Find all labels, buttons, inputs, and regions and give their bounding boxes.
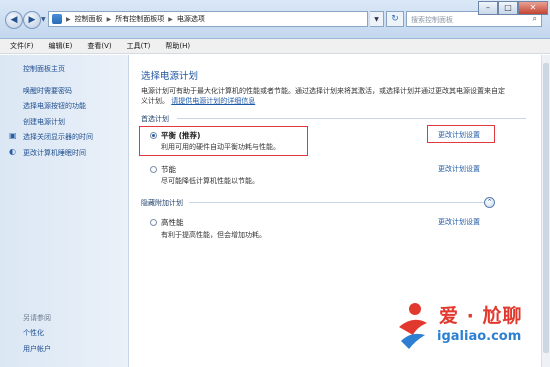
sidebar-link-display-off[interactable]: 选择关闭显示器的时间	[23, 132, 93, 142]
hidden-plans-section: 隐藏附加计划	[141, 198, 511, 208]
collapse-chevron-icon[interactable]: ⌃	[484, 197, 495, 208]
sidebar-link-wake-password[interactable]: 唤醒时需要密码	[23, 86, 72, 96]
menu-edit[interactable]: 编辑(E)	[49, 41, 73, 51]
sidebar: 控制面板主页 唤醒时需要密码 选择电源按钮的功能 创建电源计划 ▣ 选择关闭显示…	[0, 55, 129, 367]
plan-power-saver-change-link[interactable]: 更改计划设置	[438, 164, 480, 174]
breadcrumb-all-items[interactable]: 所有控制面板项	[115, 14, 164, 24]
moon-sleep-icon: ◐	[9, 147, 16, 156]
menu-bar: 文件(F) 编辑(E) 查看(V) 工具(T) 帮助(H)	[0, 39, 550, 54]
control-panel-icon	[52, 14, 62, 24]
back-button[interactable]: ◀	[5, 11, 23, 29]
sidebar-link-personalization[interactable]: 个性化	[23, 328, 44, 338]
see-also-label: 另请参阅	[23, 314, 51, 322]
page-description: 电源计划可有助于最大化计算机的性能或者节能。通过选择计划来将其激活，或选择计划并…	[141, 86, 511, 106]
page-title: 选择电源计划	[141, 71, 199, 82]
title-bar: ◀ ▶ ▼ ▶ 控制面板 ▶ 所有控制面板项 ▶ 电源选项 ▼ ↻ 搜索控制面板…	[0, 0, 550, 39]
preferred-plans-label: 首选计划	[141, 115, 169, 123]
address-dropdown-icon[interactable]: ▼	[370, 11, 384, 27]
menu-help[interactable]: 帮助(H)	[165, 41, 190, 51]
minimize-button[interactable]: –	[478, 1, 498, 15]
plan-balanced-name[interactable]: 平衡 (推荐)	[161, 130, 200, 141]
plan-balanced-desc: 利用可用的硬件自动平衡功耗与性能。	[161, 143, 280, 151]
plan-power-saver-desc: 尽可能降低计算机性能以节能。	[161, 177, 259, 185]
search-icon[interactable]: ⌕	[533, 14, 537, 24]
plan-high-performance-desc: 有利于提高性能，但会增加功耗。	[161, 231, 266, 239]
sidebar-link-power-buttons[interactable]: 选择电源按钮的功能	[23, 101, 86, 111]
breadcrumb-separator-icon: ▶	[168, 15, 173, 23]
sidebar-link-sleep-time[interactable]: 更改计算机睡眠时间	[23, 148, 86, 158]
plan-power-saver-radio[interactable]	[150, 166, 157, 173]
recent-pages-dropdown-icon[interactable]: ▼	[41, 16, 46, 23]
menu-view[interactable]: 查看(V)	[87, 41, 111, 51]
plan-balanced-change-link[interactable]: 更改计划设置	[438, 130, 480, 140]
sidebar-link-user-accounts[interactable]: 用户帐户	[23, 344, 51, 354]
watermark-logo: 爱 · 尬聊 igaliao.com	[395, 297, 545, 359]
forward-button[interactable]: ▶	[23, 11, 41, 29]
section-divider	[177, 118, 526, 119]
sidebar-link-create-plan[interactable]: 创建电源计划	[23, 117, 65, 127]
watermark-brand: 爱 · 尬聊	[439, 305, 523, 327]
display-icon: ▣	[9, 131, 17, 140]
watermark-figure-icon	[399, 303, 427, 349]
breadcrumb-control-panel[interactable]: 控制面板	[75, 14, 103, 24]
menu-tools[interactable]: 工具(T)	[127, 41, 151, 51]
close-button[interactable]: ✕	[518, 1, 548, 15]
menu-file[interactable]: 文件(F)	[10, 41, 34, 51]
plan-power-saver-name[interactable]: 节能	[161, 164, 176, 175]
address-bar[interactable]: ▶ 控制面板 ▶ 所有控制面板项 ▶ 电源选项	[48, 11, 368, 27]
plan-high-performance-name[interactable]: 高性能	[161, 217, 184, 228]
breadcrumb-separator-icon: ▶	[106, 15, 112, 23]
breadcrumb-power-options[interactable]: 电源选项	[177, 14, 205, 24]
preferred-plans-section: 首选计划	[141, 114, 526, 124]
search-placeholder: 搜索控制面板	[411, 16, 453, 24]
section-divider	[189, 202, 494, 203]
maximize-button[interactable]: □	[498, 1, 518, 15]
sidebar-home-link[interactable]: 控制面板主页	[23, 64, 65, 74]
hidden-plans-label: 隐藏附加计划	[141, 199, 183, 207]
plan-high-performance-radio[interactable]	[150, 219, 157, 226]
plan-balanced-radio[interactable]	[150, 132, 157, 139]
watermark-domain: igaliao.com	[437, 329, 522, 344]
plan-high-performance-change-link[interactable]: 更改计划设置	[438, 217, 480, 227]
breadcrumb-separator-icon: ▶	[66, 15, 71, 23]
power-plan-details-link[interactable]: 请提供电源计划的详细信息	[171, 97, 255, 105]
refresh-icon[interactable]: ↻	[386, 11, 404, 27]
